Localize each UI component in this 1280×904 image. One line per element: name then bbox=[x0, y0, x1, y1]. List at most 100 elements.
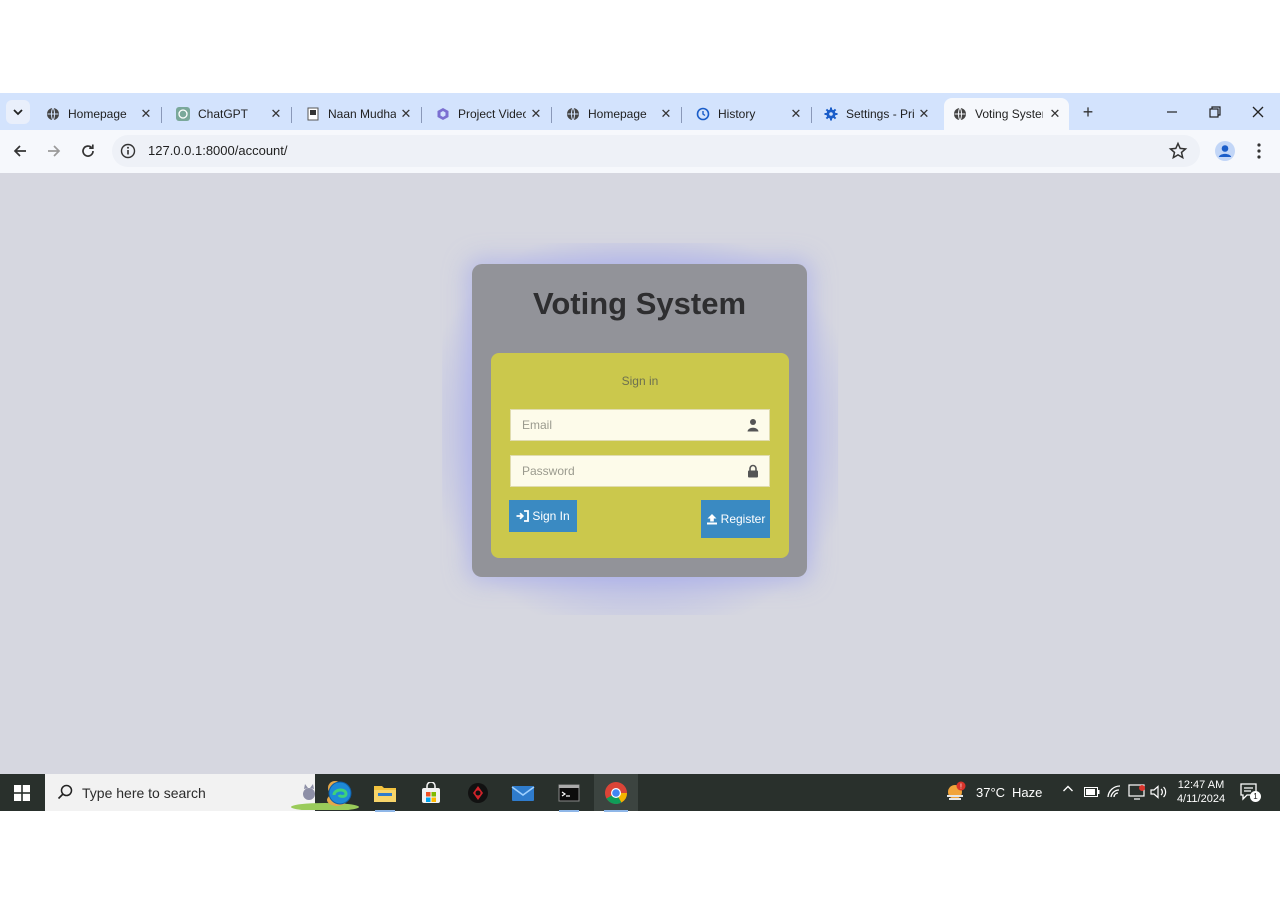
weather-sun-icon: ! bbox=[947, 781, 966, 800]
info-icon[interactable] bbox=[120, 143, 136, 159]
taskbar-search-box[interactable]: Type here to search bbox=[45, 774, 359, 811]
address-bar[interactable]: 127.0.0.1:8000/account/ bbox=[112, 135, 1200, 167]
tab-separator bbox=[291, 107, 292, 123]
volume-icon[interactable] bbox=[1150, 785, 1168, 799]
tab-title: History bbox=[718, 107, 756, 121]
globe-icon bbox=[566, 107, 580, 121]
close-tab-icon[interactable]: ✕ bbox=[788, 106, 804, 122]
reload-button[interactable] bbox=[77, 140, 99, 162]
register-button[interactable]: Register bbox=[701, 500, 770, 538]
taskbar-terminal[interactable] bbox=[555, 779, 583, 812]
close-tab-icon[interactable]: ✕ bbox=[528, 106, 544, 122]
terminal-icon bbox=[558, 784, 580, 802]
tab-voting-system[interactable]: Voting System ✕ bbox=[944, 98, 1069, 130]
login-card: Voting System Sign in Sign In Re bbox=[472, 264, 807, 577]
settings-gear-icon bbox=[824, 107, 838, 121]
arrow-left-icon bbox=[13, 145, 26, 157]
browser-menu-button[interactable] bbox=[1250, 140, 1268, 162]
clock-time: 12:47 AM bbox=[1177, 779, 1225, 791]
tab-homepage-1[interactable]: Homepage ✕ bbox=[38, 98, 162, 130]
taskbar-chrome[interactable] bbox=[602, 779, 630, 812]
naan-mudhalvan-icon bbox=[306, 107, 320, 121]
wifi-icon[interactable] bbox=[1107, 785, 1123, 799]
signin-button-label: Sign In bbox=[532, 509, 570, 523]
new-tab-button[interactable]: + bbox=[1078, 102, 1098, 122]
tab-separator bbox=[161, 107, 162, 123]
minimize-button[interactable] bbox=[1161, 101, 1183, 123]
tab-naan-mudhalvan[interactable]: Naan Mudhalvan ✕ bbox=[298, 98, 422, 130]
tab-title: Homepage bbox=[68, 107, 127, 121]
email-input[interactable] bbox=[511, 410, 736, 440]
close-window-button[interactable] bbox=[1247, 101, 1269, 123]
taskbar-mail[interactable] bbox=[509, 779, 537, 807]
restore-icon bbox=[1209, 106, 1221, 118]
forward-button[interactable] bbox=[43, 140, 65, 162]
close-tab-icon[interactable]: ✕ bbox=[268, 106, 284, 122]
tab-separator bbox=[421, 107, 422, 123]
search-icon bbox=[57, 784, 73, 800]
tab-separator bbox=[811, 107, 812, 123]
sign-in-icon bbox=[516, 510, 530, 522]
chatgpt-icon bbox=[176, 107, 190, 121]
tab-settings[interactable]: Settings - Privacy ✕ bbox=[816, 98, 938, 130]
password-field[interactable] bbox=[510, 455, 770, 487]
bookmark-star-icon[interactable] bbox=[1168, 141, 1188, 161]
weather-temp: 37°C bbox=[976, 785, 1006, 800]
clock-date: 4/11/2024 bbox=[1176, 793, 1226, 805]
taskbar-file-explorer[interactable] bbox=[371, 779, 399, 812]
close-tab-icon[interactable]: ✕ bbox=[916, 106, 932, 122]
svg-text:!: ! bbox=[960, 784, 962, 791]
password-input[interactable] bbox=[511, 456, 736, 486]
tray-overflow-chevron-icon[interactable] bbox=[1062, 783, 1074, 798]
running-indicator bbox=[375, 810, 395, 812]
person-icon bbox=[1215, 141, 1235, 161]
more-vertical-icon bbox=[1257, 143, 1261, 159]
tab-chatgpt[interactable]: ChatGPT ✕ bbox=[168, 98, 292, 130]
browser-window: Homepage ✕ ChatGPT ✕ Naan Mudhalvan ✕ Pr… bbox=[0, 93, 1280, 774]
close-tab-icon[interactable]: ✕ bbox=[658, 106, 674, 122]
upload-icon bbox=[706, 514, 717, 525]
close-tab-icon[interactable]: ✕ bbox=[138, 106, 154, 122]
tab-strip: Homepage ✕ ChatGPT ✕ Naan Mudhalvan ✕ Pr… bbox=[0, 93, 1280, 130]
signin-panel: Sign in Sign In Register bbox=[491, 353, 789, 558]
taskbar-edge[interactable] bbox=[326, 779, 354, 807]
running-indicator bbox=[559, 810, 579, 812]
back-button[interactable] bbox=[9, 140, 31, 162]
tab-search-button[interactable] bbox=[6, 100, 30, 124]
game-app-icon bbox=[468, 783, 488, 803]
close-icon bbox=[1252, 106, 1264, 118]
display-project-icon[interactable] bbox=[1128, 784, 1146, 800]
notification-center-button[interactable]: 1 bbox=[1240, 783, 1262, 803]
close-tab-icon[interactable]: ✕ bbox=[1047, 106, 1063, 122]
tab-separator bbox=[551, 107, 552, 123]
tab-separator bbox=[681, 107, 682, 123]
close-tab-icon[interactable]: ✕ bbox=[398, 106, 414, 122]
tab-homepage-2[interactable]: Homepage ✕ bbox=[558, 98, 682, 130]
profile-avatar-button[interactable] bbox=[1214, 140, 1236, 162]
tab-project-video[interactable]: Project Video ✕ bbox=[428, 98, 552, 130]
url-text[interactable]: 127.0.0.1:8000/account/ bbox=[148, 143, 288, 158]
restore-button[interactable] bbox=[1204, 101, 1226, 123]
taskbar-store[interactable] bbox=[417, 779, 445, 807]
taskbar-game-app[interactable] bbox=[464, 779, 492, 807]
signin-heading: Sign in bbox=[621, 374, 659, 388]
tab-title: ChatGPT bbox=[198, 107, 249, 121]
arrow-right-icon bbox=[48, 145, 61, 157]
windows-taskbar: Type here to search ! 37°C Haze 12:47 AM… bbox=[0, 774, 1280, 812]
start-button[interactable] bbox=[8, 782, 36, 804]
lock-icon bbox=[748, 464, 758, 478]
signin-button[interactable]: Sign In bbox=[509, 500, 577, 532]
weather-condition: Haze bbox=[1012, 785, 1043, 800]
tab-history[interactable]: History ✕ bbox=[688, 98, 812, 130]
edge-icon bbox=[328, 781, 352, 805]
battery-icon[interactable] bbox=[1084, 787, 1100, 797]
tab-title: Project Video bbox=[458, 107, 526, 121]
chrome-icon bbox=[605, 782, 627, 804]
mail-icon bbox=[511, 786, 535, 801]
email-field[interactable] bbox=[510, 409, 770, 441]
register-button-label: Register bbox=[720, 512, 766, 526]
page-title: Voting System bbox=[532, 286, 747, 321]
tab-title: Settings - Privacy bbox=[846, 107, 914, 121]
tab-title: Naan Mudhalvan bbox=[328, 107, 396, 121]
system-clock[interactable]: 12:47 AM 4/11/2024 bbox=[1173, 778, 1229, 806]
